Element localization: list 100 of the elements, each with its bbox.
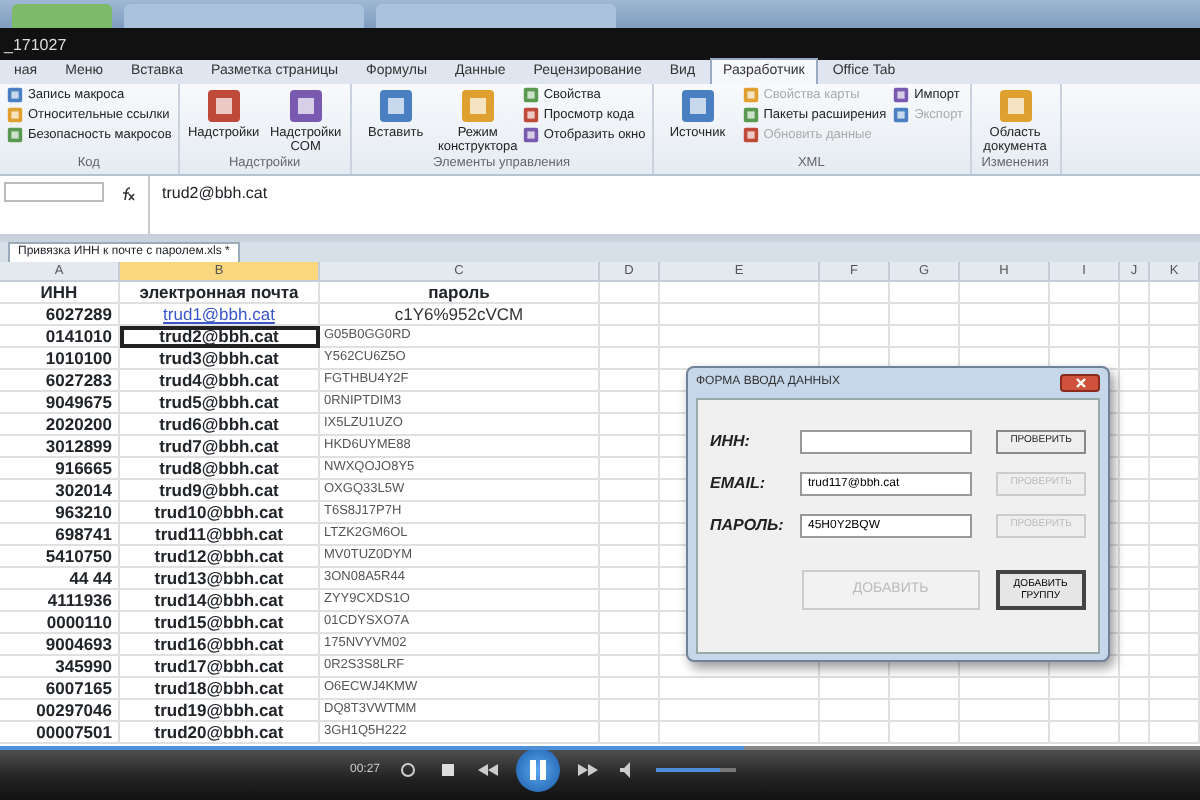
empty-cell[interactable] <box>960 678 1050 700</box>
empty-cell[interactable] <box>600 458 660 480</box>
empty-cell[interactable] <box>1150 656 1200 678</box>
empty-cell[interactable] <box>890 326 960 348</box>
empty-cell[interactable] <box>600 414 660 436</box>
empty-cell[interactable] <box>600 392 660 414</box>
empty-cell[interactable] <box>1150 348 1200 370</box>
empty-cell[interactable] <box>1150 458 1200 480</box>
empty-cell[interactable] <box>600 326 660 348</box>
empty-cell[interactable] <box>1120 502 1150 524</box>
empty-cell[interactable] <box>1150 436 1200 458</box>
empty-cell[interactable] <box>960 282 1050 304</box>
empty-cell[interactable] <box>1150 304 1200 326</box>
empty-cell[interactable] <box>600 436 660 458</box>
empty-cell[interactable] <box>1120 304 1150 326</box>
repeat-button[interactable] <box>396 760 421 780</box>
empty-cell[interactable] <box>1120 480 1150 502</box>
empty-cell[interactable] <box>1120 282 1150 304</box>
empty-cell[interactable] <box>1150 524 1200 546</box>
empty-cell[interactable] <box>1150 370 1200 392</box>
table-cell[interactable]: trud2@bbh.cat <box>120 326 320 348</box>
empty-cell[interactable] <box>1120 700 1150 722</box>
table-cell[interactable]: trud17@bbh.cat <box>120 656 320 678</box>
empty-cell[interactable] <box>660 282 820 304</box>
browser-tab[interactable] <box>12 4 112 28</box>
table-cell[interactable]: trud4@bbh.cat <box>120 370 320 392</box>
empty-cell[interactable] <box>600 722 660 744</box>
empty-cell[interactable] <box>600 656 660 678</box>
empty-cell[interactable] <box>1120 392 1150 414</box>
empty-cell[interactable] <box>1150 502 1200 524</box>
table-cell[interactable]: trud13@bbh.cat <box>120 568 320 590</box>
empty-cell[interactable] <box>1120 590 1150 612</box>
empty-cell[interactable] <box>1150 722 1200 744</box>
empty-cell[interactable] <box>1120 348 1150 370</box>
empty-cell[interactable] <box>1150 568 1200 590</box>
empty-cell[interactable] <box>1150 282 1200 304</box>
empty-cell[interactable] <box>960 722 1050 744</box>
empty-cell[interactable] <box>1120 678 1150 700</box>
empty-cell[interactable] <box>820 700 890 722</box>
empty-cell[interactable] <box>660 700 820 722</box>
forward-button[interactable] <box>576 760 601 780</box>
empty-cell[interactable] <box>660 304 820 326</box>
empty-cell[interactable] <box>600 480 660 502</box>
empty-cell[interactable] <box>1150 480 1200 502</box>
rewind-button[interactable] <box>476 760 501 780</box>
empty-cell[interactable] <box>890 700 960 722</box>
table-cell[interactable]: trud12@bbh.cat <box>120 546 320 568</box>
empty-cell[interactable] <box>1050 282 1120 304</box>
empty-cell[interactable] <box>820 304 890 326</box>
table-cell[interactable]: trud19@bbh.cat <box>120 700 320 722</box>
empty-cell[interactable] <box>1150 326 1200 348</box>
input-field[interactable] <box>799 429 973 453</box>
table-cell[interactable]: trud11@bbh.cat <box>120 524 320 546</box>
empty-cell[interactable] <box>820 326 890 348</box>
table-cell[interactable]: trud8@bbh.cat <box>120 458 320 480</box>
empty-cell[interactable] <box>820 722 890 744</box>
empty-cell[interactable] <box>1050 722 1120 744</box>
empty-cell[interactable] <box>1120 524 1150 546</box>
empty-cell[interactable] <box>820 678 890 700</box>
empty-cell[interactable] <box>1120 414 1150 436</box>
empty-cell[interactable] <box>600 678 660 700</box>
empty-cell[interactable] <box>1150 612 1200 634</box>
empty-cell[interactable] <box>1120 612 1150 634</box>
table-cell[interactable]: trud10@bbh.cat <box>120 502 320 524</box>
table-cell[interactable]: trud3@bbh.cat <box>120 348 320 370</box>
name-box[interactable] <box>4 182 104 202</box>
email-link[interactable]: trud1@bbh.cat <box>163 304 275 324</box>
table-cell[interactable]: trud5@bbh.cat <box>120 392 320 414</box>
empty-cell[interactable] <box>1150 392 1200 414</box>
empty-cell[interactable] <box>1150 590 1200 612</box>
pause-button[interactable] <box>516 748 561 792</box>
empty-cell[interactable] <box>600 546 660 568</box>
empty-cell[interactable] <box>890 722 960 744</box>
empty-cell[interactable] <box>1120 436 1150 458</box>
empty-cell[interactable] <box>1120 656 1150 678</box>
empty-cell[interactable] <box>890 304 960 326</box>
empty-cell[interactable] <box>600 700 660 722</box>
table-cell[interactable]: trud9@bbh.cat <box>120 480 320 502</box>
empty-cell[interactable] <box>600 590 660 612</box>
empty-cell[interactable] <box>600 634 660 656</box>
empty-cell[interactable] <box>600 304 660 326</box>
empty-cell[interactable] <box>960 700 1050 722</box>
empty-cell[interactable] <box>1150 414 1200 436</box>
empty-cell[interactable] <box>600 612 660 634</box>
empty-cell[interactable] <box>1120 370 1150 392</box>
empty-cell[interactable] <box>660 722 820 744</box>
empty-cell[interactable] <box>600 348 660 370</box>
empty-cell[interactable] <box>1150 546 1200 568</box>
empty-cell[interactable] <box>600 524 660 546</box>
table-cell[interactable]: trud20@bbh.cat <box>120 722 320 744</box>
table-cell[interactable]: trud16@bbh.cat <box>120 634 320 656</box>
empty-cell[interactable] <box>960 326 1050 348</box>
empty-cell[interactable] <box>1120 326 1150 348</box>
empty-cell[interactable] <box>890 678 960 700</box>
empty-cell[interactable] <box>600 502 660 524</box>
empty-cell[interactable] <box>1120 568 1150 590</box>
empty-cell[interactable] <box>600 568 660 590</box>
empty-cell[interactable] <box>820 282 890 304</box>
empty-cell[interactable] <box>1050 326 1120 348</box>
table-cell[interactable]: trud7@bbh.cat <box>120 436 320 458</box>
